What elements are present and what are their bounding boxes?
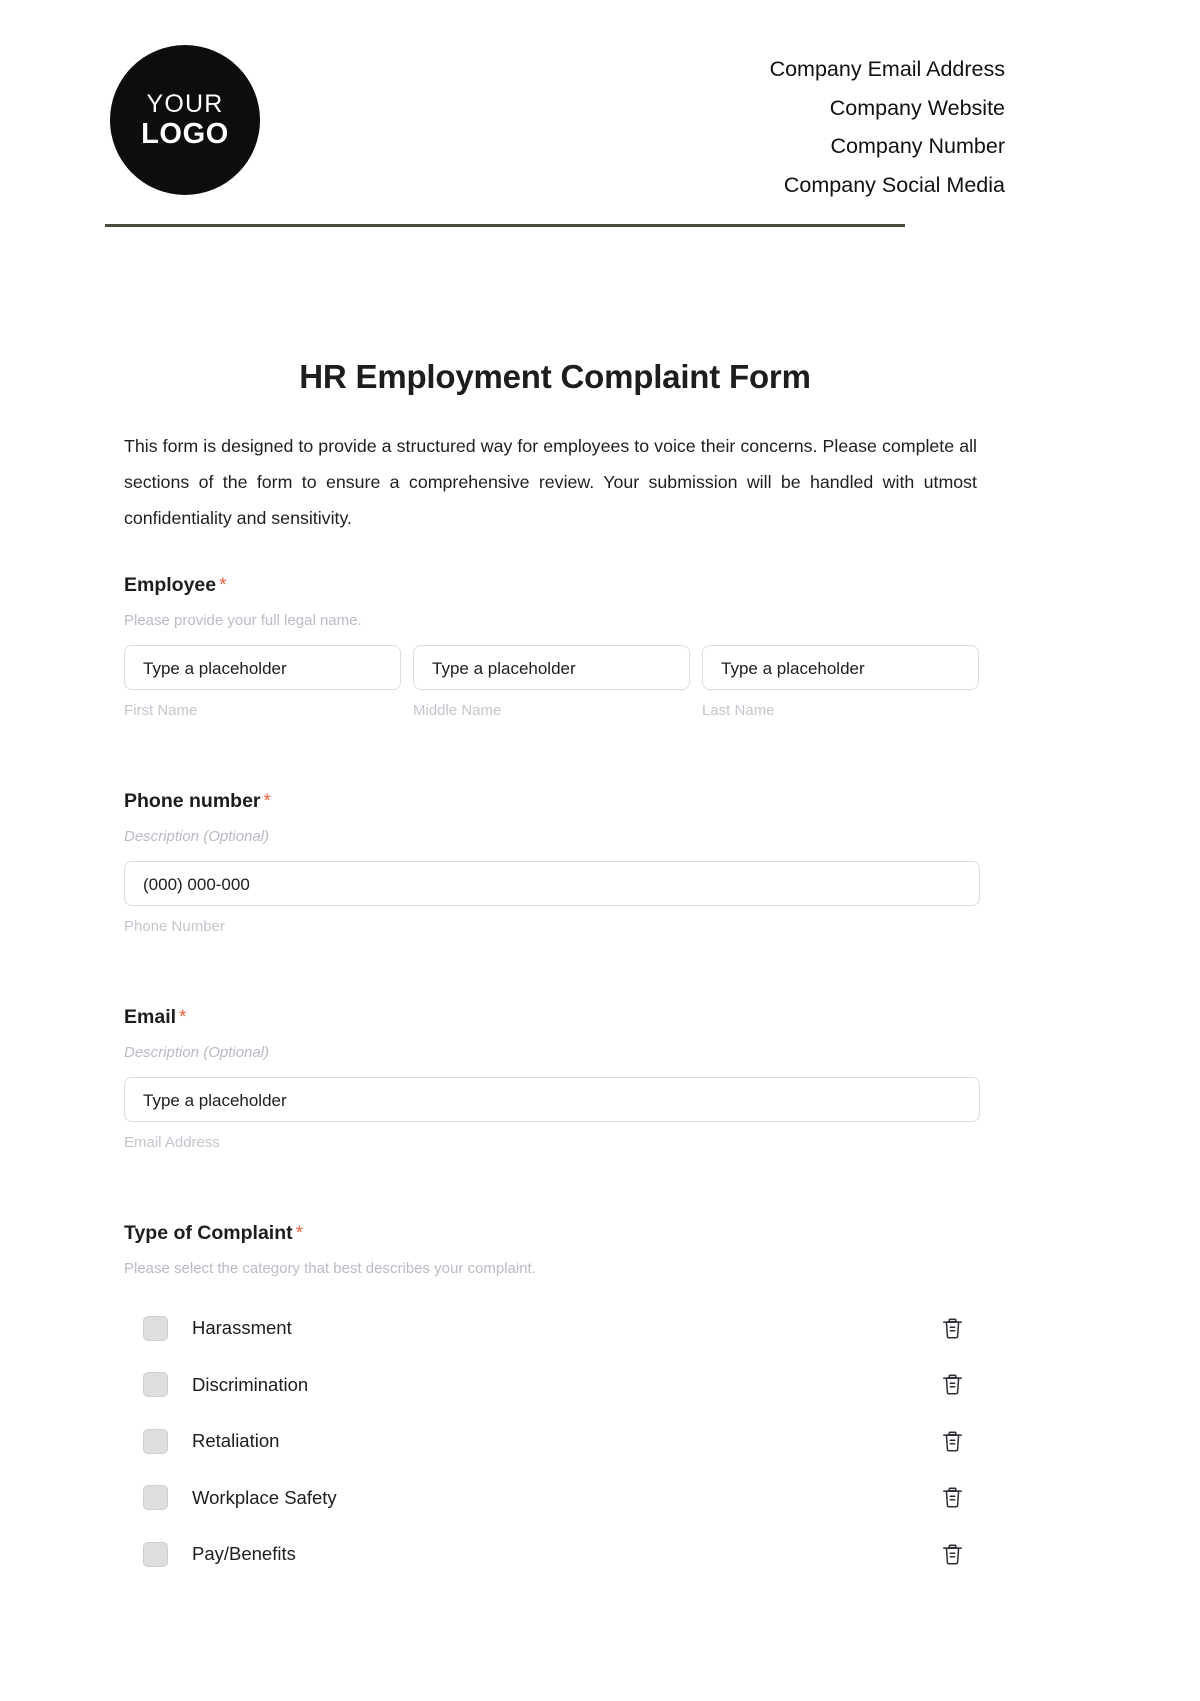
phone-description: Description (Optional) (124, 827, 270, 845)
email-description: Description (Optional) (124, 1043, 270, 1061)
phone-number-input[interactable]: (000) 000-000 (124, 860, 980, 906)
option-label: Pay/Benefits (192, 1543, 296, 1565)
contact-social-media: Company Social Media (783, 172, 1005, 197)
required-asterisk: * (179, 1007, 187, 1028)
required-asterisk: * (263, 791, 271, 812)
first-name-sublabel: First Name (124, 701, 198, 719)
employee-input-row: Type a placeholder Type a placeholder Ty… (124, 644, 980, 690)
contact-number: Company Number (830, 134, 1005, 158)
list-item[interactable]: Workplace Safety (124, 1469, 980, 1526)
phone-label: Phone number * (124, 790, 980, 814)
page-header: YOUR LOGO Company Email Address Company … (105, 30, 1005, 210)
email-label-text: Email (124, 1006, 177, 1028)
checkbox-harassment[interactable] (143, 1315, 168, 1341)
option-label: Harassment (192, 1317, 292, 1339)
complaint-type-option-list: Harassment Discrimination Retaliation Wo… (124, 1300, 980, 1583)
checkbox-retaliation[interactable] (143, 1428, 168, 1454)
logo-text-top: YOUR (146, 89, 224, 118)
field-complaint-type: Type of Complaint * Please select the cat… (124, 1222, 980, 1582)
first-name-input[interactable]: Type a placeholder (124, 644, 401, 690)
option-label: Workplace Safety (192, 1486, 337, 1508)
complaint-type-label-text: Type of Complaint (124, 1222, 293, 1244)
header-divider (105, 224, 905, 227)
option-retaliation[interactable]: Retaliation (124, 1428, 937, 1454)
intro-paragraph: This form is designed to provide a struc… (124, 436, 977, 528)
field-phone-number: Phone number * Description (Optional) (00… (124, 790, 980, 936)
list-item[interactable]: Discrimination (124, 1356, 980, 1413)
field-email: Email * Description (Optional) Type a pla… (124, 1006, 980, 1152)
trash-icon[interactable] (937, 1426, 967, 1456)
list-item[interactable]: Harassment (124, 1300, 980, 1357)
option-label: Retaliation (192, 1430, 280, 1452)
option-pay-benefits[interactable]: Pay/Benefits (124, 1541, 937, 1567)
complaint-type-description: Please select the category that best des… (124, 1259, 536, 1277)
list-item[interactable]: Pay/Benefits (124, 1526, 980, 1583)
checkbox-discrimination[interactable] (143, 1372, 168, 1398)
middle-name-sublabel: Middle Name (413, 701, 502, 719)
company-contact-block: Company Email Address Company Website Co… (770, 30, 1005, 204)
trash-icon[interactable] (937, 1483, 967, 1513)
option-workplace-safety[interactable]: Workplace Safety (124, 1485, 937, 1511)
trash-icon[interactable] (937, 1539, 967, 1569)
email-input[interactable]: Type a placeholder (124, 1076, 980, 1122)
phone-label-text: Phone number (124, 790, 261, 812)
required-asterisk: * (219, 575, 227, 596)
employee-label-text: Employee (124, 574, 217, 596)
email-input-row: Type a placeholder (124, 1076, 980, 1122)
last-name-sublabel: Last Name (702, 701, 775, 719)
option-label: Discrimination (192, 1373, 309, 1395)
checkbox-workplace-safety[interactable] (143, 1485, 168, 1511)
employee-description: Please provide your full legal name. (124, 611, 362, 629)
contact-website: Company Website (829, 95, 1005, 120)
phone-input-row: (000) 000-000 (124, 860, 980, 906)
email-sublabel: Email Address (124, 1133, 220, 1151)
trash-icon[interactable] (937, 1370, 967, 1400)
last-name-input[interactable]: Type a placeholder (702, 644, 979, 690)
field-employee: Employee * Please provide your full legal… (124, 574, 980, 720)
required-asterisk: * (295, 1223, 304, 1244)
form-page: YOUR LOGO Company Email Address Company … (0, 0, 1200, 1701)
email-label: Email * (124, 1006, 980, 1030)
trash-icon[interactable] (937, 1313, 967, 1343)
option-discrimination[interactable]: Discrimination (124, 1372, 937, 1398)
list-item[interactable]: Retaliation (124, 1413, 980, 1470)
page-title: HR Employment Complaint Form (299, 358, 811, 395)
phone-sublabel: Phone Number (124, 917, 225, 935)
checkbox-pay-benefits[interactable] (143, 1541, 168, 1567)
employee-sublabel-row: First Name Middle Name Last Name (124, 690, 980, 720)
middle-name-input[interactable]: Type a placeholder (413, 644, 690, 690)
logo-text-bottom: LOGO (141, 117, 229, 150)
complaint-type-label: Type of Complaint * (124, 1222, 980, 1246)
employee-label: Employee * (124, 574, 980, 598)
contact-email-address: Company Email Address (769, 57, 1005, 81)
option-harassment[interactable]: Harassment (124, 1315, 937, 1341)
company-logo: YOUR LOGO (110, 45, 260, 195)
